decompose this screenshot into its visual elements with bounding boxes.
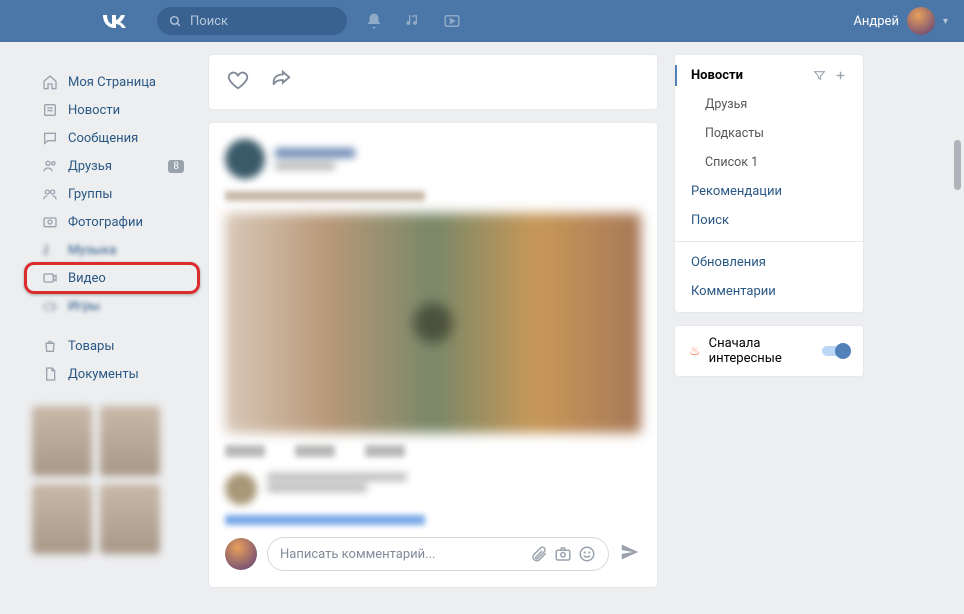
feed: Написать комментарий... [208, 54, 658, 600]
photos-icon [40, 214, 60, 230]
nav-music[interactable]: Музыка [32, 236, 192, 264]
username: Андрей [853, 14, 899, 29]
nav-label: Сообщения [68, 131, 138, 146]
news-filter-card: Новости Друзья Подкасты Список 1 Рекомен… [674, 54, 864, 313]
like-icon[interactable] [227, 69, 249, 95]
nav-news[interactable]: Новости [32, 96, 192, 124]
nav-video[interactable]: Видео [32, 264, 192, 292]
nav-label: Группы [68, 187, 112, 202]
filter-list1[interactable]: Список 1 [675, 148, 863, 177]
vk-logo[interactable] [101, 9, 127, 34]
filter-icon[interactable] [813, 69, 826, 82]
share-icon[interactable] [269, 69, 293, 95]
avatar [225, 538, 257, 570]
send-icon[interactable] [619, 541, 641, 567]
nav-label: Документы [68, 367, 139, 382]
nav-docs[interactable]: Документы [32, 360, 192, 388]
nav-photos[interactable]: Фотографии [32, 208, 192, 236]
messages-icon [40, 130, 60, 146]
play-icon[interactable] [413, 303, 453, 343]
nav-label: Фотографии [68, 215, 143, 230]
top-icons [365, 12, 461, 30]
nav-messages[interactable]: Сообщения [32, 124, 192, 152]
music-icon[interactable] [405, 13, 421, 29]
nav-games[interactable]: Игры [32, 292, 192, 320]
top-bar: Поиск Андрей ▾ [0, 0, 964, 42]
scrollbar[interactable] [954, 140, 961, 190]
nav-label: Товары [68, 339, 114, 354]
nav-home[interactable]: Моя Страница [32, 68, 192, 96]
nav-label: Моя Страница [68, 75, 156, 90]
comment-placeholder: Написать комментарий... [280, 547, 435, 562]
nav-label: Игры [68, 299, 100, 314]
filter-comments[interactable]: Комментарии [675, 277, 863, 306]
friends-icon [40, 158, 60, 174]
more-comments-link[interactable] [225, 515, 425, 525]
post-video[interactable] [225, 213, 641, 433]
groups-icon [40, 186, 60, 202]
video-play-icon[interactable] [443, 12, 461, 30]
post-avatar[interactable] [225, 139, 265, 179]
nav-badge: 8 [168, 160, 184, 173]
search-input[interactable]: Поиск [157, 7, 347, 35]
right-sidebar: Новости Друзья Подкасты Список 1 Рекомен… [674, 54, 864, 600]
nav-label: Друзья [68, 159, 112, 174]
nav-label: Новости [68, 103, 120, 118]
chevron-down-icon: ▾ [943, 16, 948, 27]
interesting-first-toggle[interactable]: ♨ Сначала интересные [674, 325, 864, 377]
fire-icon: ♨ [689, 344, 701, 359]
camera-icon[interactable] [554, 545, 572, 563]
filter-updates[interactable]: Обновления [675, 248, 863, 277]
filter-search[interactable]: Поиск [675, 206, 863, 235]
games-icon [40, 298, 60, 314]
docs-icon [40, 366, 60, 382]
post-card: Написать комментарий... [208, 122, 658, 588]
friends-preview [32, 406, 192, 554]
post-stats [225, 445, 641, 457]
filter-friends[interactable]: Друзья [675, 90, 863, 119]
filter-recommendations[interactable]: Рекомендации [675, 177, 863, 206]
post-header [225, 139, 641, 179]
comment-row: Написать комментарий... [225, 537, 641, 571]
video-icon [40, 270, 60, 286]
toggle-switch[interactable] [822, 346, 849, 356]
nav-friends[interactable]: Друзья 8 [32, 152, 192, 180]
filter-podcasts[interactable]: Подкасты [675, 119, 863, 148]
plus-icon[interactable] [834, 69, 847, 82]
emoji-icon[interactable] [578, 545, 596, 563]
comment-input[interactable]: Написать комментарий... [267, 537, 609, 571]
avatar [907, 7, 935, 35]
filter-news[interactable]: Новости [675, 61, 863, 90]
news-icon [40, 102, 60, 118]
home-icon [40, 74, 60, 90]
nav-label: Видео [68, 271, 106, 286]
user-menu[interactable]: Андрей ▾ [853, 7, 948, 35]
post-actions-card [208, 54, 658, 110]
nav-groups[interactable]: Группы [32, 180, 192, 208]
nav-market[interactable]: Товары [32, 332, 192, 360]
attach-icon[interactable] [530, 545, 548, 563]
market-icon [40, 338, 60, 354]
left-sidebar: Моя Страница Новости Сообщения Друзья 8 Групп… [32, 54, 192, 600]
notifications-icon[interactable] [365, 12, 383, 30]
nav-label: Музыка [68, 243, 116, 258]
post-text [225, 191, 425, 201]
search-placeholder: Поиск [190, 14, 228, 29]
music-icon [40, 242, 60, 258]
comment-preview [225, 473, 641, 505]
